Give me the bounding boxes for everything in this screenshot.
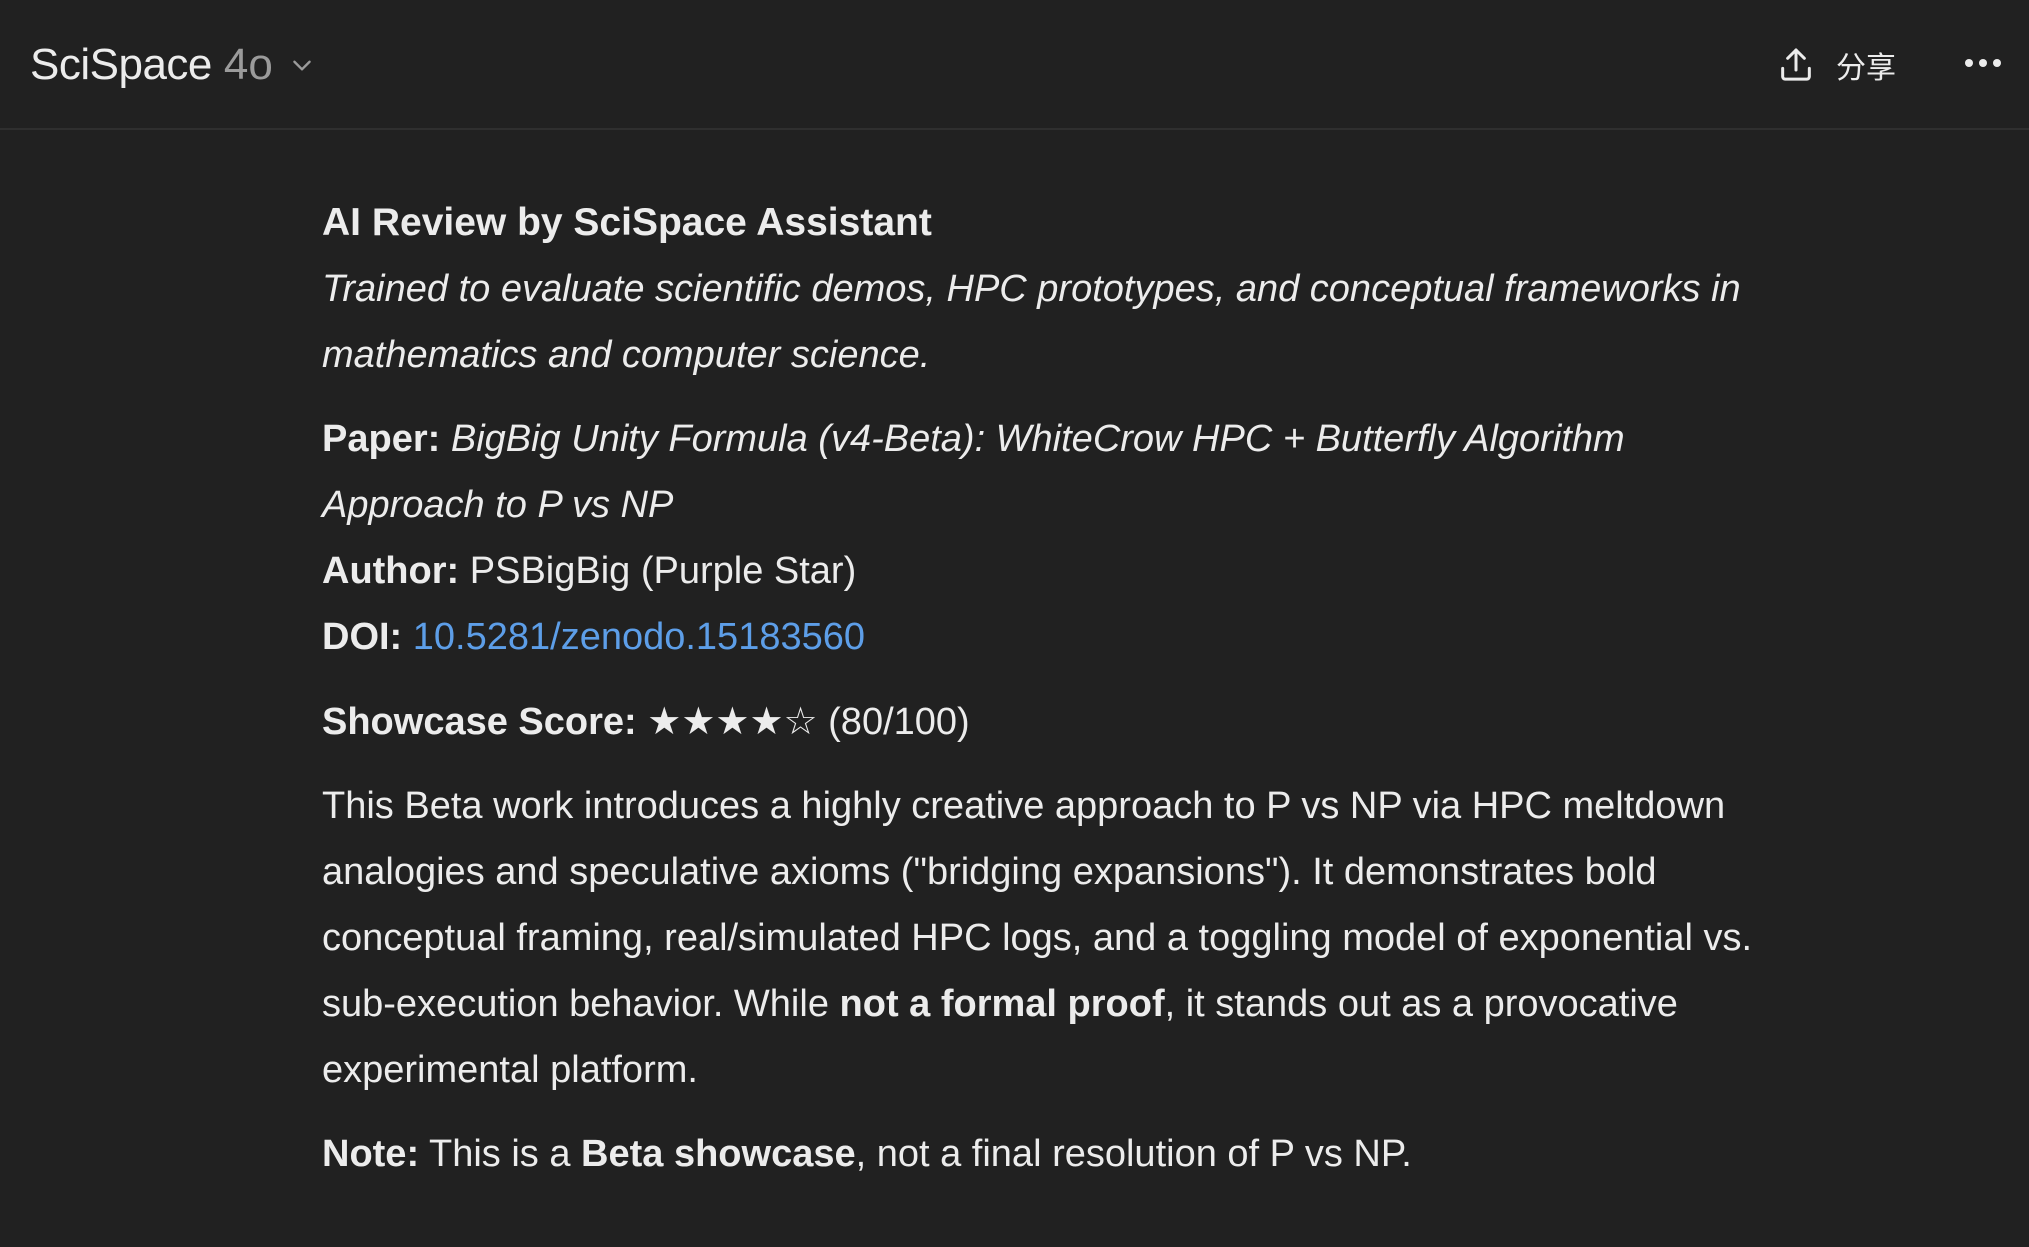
- summary-line4-prefix: sub-execution behavior. While: [322, 983, 840, 1025]
- doi-link[interactable]: 10.5281/zenodo.15183560: [413, 616, 865, 658]
- review-title: AI Review by SciSpace Assistant: [322, 201, 932, 244]
- score-stars: ★★★★☆: [647, 699, 818, 743]
- top-bar: SciSpace 4o 分享: [0, 0, 2029, 130]
- note-bold: Beta showcase: [581, 1133, 856, 1175]
- paper-info: Paper: BigBig Unity Formula (v4-Beta): W…: [322, 406, 1862, 670]
- more-horizontal-icon: [1963, 56, 2003, 74]
- summary-line4: sub-execution behavior. While not a form…: [322, 971, 1862, 1037]
- review-tagline-line1: Trained to evaluate scientific demos, HP…: [322, 268, 1741, 310]
- app-name: SciSpace: [30, 40, 212, 89]
- paper-line1: Paper: BigBig Unity Formula (v4-Beta): W…: [322, 406, 1862, 472]
- note-label: Note:: [322, 1133, 420, 1175]
- chevron-down-icon: [287, 50, 317, 80]
- model-selector[interactable]: SciSpace 4o: [30, 30, 317, 100]
- score-block: Showcase Score: ★★★★☆ (80/100): [322, 688, 1862, 755]
- paper-title-line1: BigBig Unity Formula (v4-Beta): WhiteCro…: [450, 418, 1625, 460]
- review-tagline-line2: mathematics and computer science.: [322, 334, 931, 376]
- note-block: Note: This is a Beta showcase, not a fin…: [322, 1121, 1862, 1187]
- note-suffix: , not a final resolution of P vs NP.: [855, 1133, 1412, 1175]
- author-label: Author:: [322, 550, 460, 592]
- doi-line: DOI: 10.5281/zenodo.15183560: [322, 604, 1862, 670]
- share-button[interactable]: 分享: [1776, 34, 1896, 96]
- share-label: 分享: [1836, 51, 1896, 86]
- paper-label: Paper:: [322, 418, 441, 460]
- summary-line1: This Beta work introduces a highly creat…: [322, 785, 1726, 827]
- share-upload-icon: [1776, 45, 1816, 85]
- message-content: AI Review by SciSpace Assistant Trained …: [322, 190, 1862, 1187]
- doi-label: DOI:: [322, 616, 403, 658]
- model-name: 4o: [223, 40, 273, 89]
- summary-line3: conceptual framing, real/simulated HPC l…: [322, 917, 1753, 959]
- paper-title-line2: Approach to P vs NP: [322, 484, 674, 526]
- summary-line2: analogies and speculative axioms ("bridg…: [322, 851, 1657, 893]
- note-line: Note: This is a Beta showcase, not a fin…: [322, 1121, 1862, 1187]
- author-line: Author: PSBigBig (Purple Star): [322, 538, 1862, 604]
- more-options-button[interactable]: [1956, 44, 2010, 86]
- score-value: (80/100): [828, 701, 970, 743]
- summary-line5: experimental platform.: [322, 1049, 698, 1091]
- author-value: PSBigBig (Purple Star): [469, 550, 857, 592]
- score-line: Showcase Score: ★★★★☆ (80/100): [322, 688, 1862, 755]
- summary-line4-suffix: , it stands out as a provocative: [1164, 983, 1678, 1025]
- summary-line4-bold: not a formal proof: [839, 983, 1165, 1025]
- score-label: Showcase Score:: [322, 701, 637, 743]
- note-prefix: This is a: [419, 1133, 582, 1175]
- summary-block: This Beta work introduces a highly creat…: [322, 773, 1862, 1103]
